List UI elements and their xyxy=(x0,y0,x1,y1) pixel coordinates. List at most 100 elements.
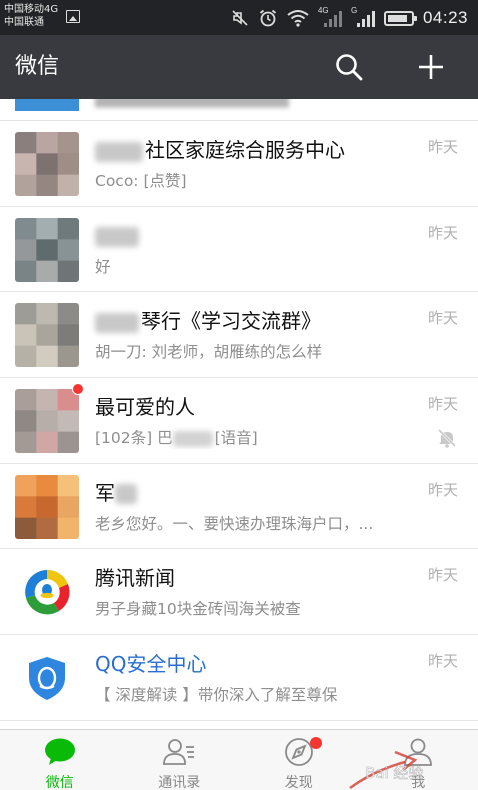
wifi-icon xyxy=(287,10,309,27)
tab-me[interactable]: 我 xyxy=(359,730,478,790)
avatar-pixel xyxy=(15,217,37,240)
avatar-pixel xyxy=(15,496,37,518)
chat-name: 最可爱的人 xyxy=(95,395,195,420)
avatar-pixel xyxy=(57,517,79,539)
chat-name: 腾讯新闻 xyxy=(95,566,175,591)
redacted-text xyxy=(95,141,143,162)
list-item[interactable]: 社区家庭综合服务中心 Coco: [点赞] 昨天 xyxy=(0,121,478,207)
avatar-pixel xyxy=(36,431,59,454)
avatar-pixel xyxy=(57,410,79,433)
top-nav-bar: 微信 xyxy=(0,35,478,99)
tab-chats[interactable]: 微信 xyxy=(0,730,120,790)
chat-name: QQ安全中心 xyxy=(95,652,207,677)
chat-preview: 老乡您好。一、要快速办理珠海户口，... xyxy=(95,514,374,533)
chat-list[interactable]: ▆▆▆▆▆▆▆▆▆▆▆▆▆▆ 社区家庭综合服务中心 Coco: [点赞] 昨天 … xyxy=(0,99,478,729)
avatar xyxy=(15,132,79,196)
notification-dot xyxy=(309,737,322,749)
tab-label: 通讯录 xyxy=(158,775,201,790)
tab-label: 我 xyxy=(411,775,426,790)
chat-preview-prefix: [102条] 巴 xyxy=(95,429,173,448)
avatar xyxy=(15,303,79,368)
battery-icon xyxy=(383,10,417,26)
search-icon[interactable] xyxy=(334,52,364,82)
bottom-tab-bar: 微信 通讯录 发现 我 xyxy=(0,729,478,790)
avatar-pixel xyxy=(15,260,37,282)
avatar-pixel xyxy=(36,474,59,497)
carrier-info: 中国移动4G 中国联通 xyxy=(4,3,58,29)
redacted-text xyxy=(115,484,137,505)
avatar-pixel xyxy=(36,260,59,282)
avatar-pixel xyxy=(57,474,79,497)
avatar-pixel xyxy=(15,346,37,368)
chat-preview: Coco: [点赞] xyxy=(95,172,187,190)
chat-time: 昨天 xyxy=(427,480,458,499)
blurred-text: ▆▆▆▆▆▆▆▆▆▆▆▆▆▆ xyxy=(95,99,289,108)
chat-name: 军 xyxy=(95,479,139,507)
chat-preview: 【 深度解读 】带你深入了解至尊保 xyxy=(95,686,338,705)
muted-bell-icon xyxy=(437,429,457,448)
image-icon xyxy=(66,10,80,23)
avatar-image xyxy=(15,217,79,282)
chat-name: 琴行《学习交流群》 xyxy=(95,307,321,335)
person-icon xyxy=(404,738,433,766)
tab-contacts[interactable]: 通讯录 xyxy=(120,730,240,790)
tab-label: 微信 xyxy=(45,775,74,790)
list-item[interactable]: 琴行《学习交流群》 胡一刀: 刘老师，胡雁练的怎么样 昨天 xyxy=(0,292,478,379)
carrier-line-2: 中国联通 xyxy=(4,17,44,28)
chat-time: 昨天 xyxy=(427,395,458,414)
avatar-pixel xyxy=(15,153,37,176)
avatar-image xyxy=(15,303,79,368)
chat-name-text: 琴行《学习交流群》 xyxy=(141,309,321,334)
avatar-pixel xyxy=(36,517,59,539)
list-item[interactable]: 军 老乡您好。一、要快速办理珠海户口，... 昨天 xyxy=(0,463,478,550)
list-item-partial[interactable]: ▆▆▆▆▆▆▆▆▆▆▆▆▆▆ xyxy=(0,99,478,121)
status-right: 4G G 04:23 xyxy=(231,6,468,30)
avatar-pixel xyxy=(36,410,59,433)
avatar xyxy=(15,560,79,625)
list-item[interactable]: 最可爱的人 [102条] 巴 [语音] 昨天 xyxy=(0,378,478,464)
status-bar: 中国移动4G 中国联通 4G G 04:23 xyxy=(0,0,478,35)
chat-time: 昨天 xyxy=(427,138,458,156)
avatar-image xyxy=(15,132,79,196)
avatar-pixel xyxy=(57,174,79,196)
unread-dot xyxy=(72,383,84,396)
chat-bubble-icon xyxy=(44,738,75,765)
avatar-pixel xyxy=(15,431,37,454)
avatar xyxy=(15,389,79,454)
mute-icon xyxy=(232,10,248,26)
avatar-pixel xyxy=(15,303,37,326)
alarm-icon xyxy=(259,9,277,27)
avatar xyxy=(15,99,79,111)
list-item[interactable]: QQ安全中心 【 深度解读 】带你深入了解至尊保 昨天 xyxy=(0,635,478,721)
avatar-pixel xyxy=(15,239,37,261)
avatar-pixel xyxy=(15,517,37,539)
carrier-line-1: 中国移动4G xyxy=(4,4,59,15)
avatar-pixel xyxy=(15,410,37,433)
signal-icon: G xyxy=(351,6,375,27)
redacted-text xyxy=(95,312,139,333)
chat-preview: 好 xyxy=(95,257,111,276)
avatar-pixel xyxy=(15,324,37,347)
signal-icon: 4G xyxy=(318,6,342,27)
avatar-pixel xyxy=(15,474,37,497)
avatar-image xyxy=(15,389,79,454)
chat-time: 昨天 xyxy=(427,223,458,242)
avatar-pixel xyxy=(36,174,59,196)
tencent-news-icon xyxy=(15,560,79,625)
avatar-pixel xyxy=(57,496,79,518)
avatar-image xyxy=(15,474,79,539)
list-item[interactable]: 好 昨天 xyxy=(0,206,478,293)
chat-name-text: 军 xyxy=(95,480,115,505)
list-item[interactable]: 腾讯新闻 男子身藏10块金砖闯海关被查 昨天 xyxy=(0,549,478,636)
plus-icon[interactable] xyxy=(416,52,446,82)
avatar xyxy=(15,474,79,539)
avatar-pixel xyxy=(15,174,37,196)
contacts-icon xyxy=(163,739,195,765)
avatar-pixel xyxy=(57,239,79,261)
avatar-pixel xyxy=(36,153,59,176)
tab-discover[interactable]: 发现 xyxy=(239,730,359,790)
avatar-pixel xyxy=(15,389,37,411)
chat-name-text: 社区家庭综合服务中心 xyxy=(145,138,345,162)
chat-preview-suffix: [语音] xyxy=(214,429,258,448)
tab-label: 发现 xyxy=(284,775,313,790)
